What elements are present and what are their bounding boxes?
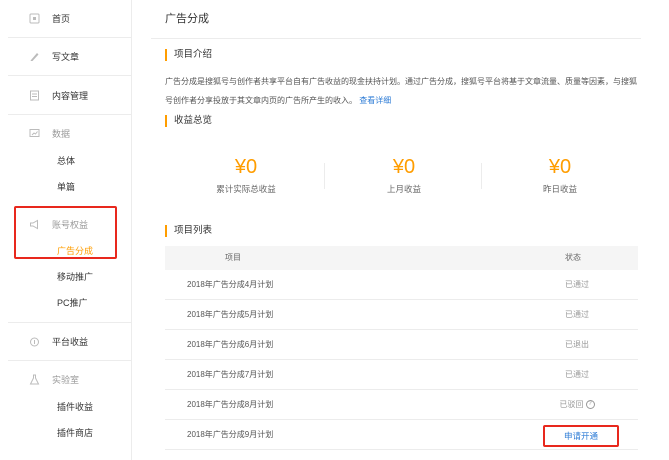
page-title: 广告分成 bbox=[165, 13, 209, 25]
row-project-name: 2018年广告分成5月计划 bbox=[187, 310, 274, 319]
row-project-name: 2018年广告分成6月计划 bbox=[187, 340, 274, 349]
pencil-icon bbox=[28, 51, 40, 63]
stat-label: 累计实际总收益 bbox=[216, 184, 276, 194]
document-icon bbox=[28, 90, 40, 102]
main-content: 广告分成 项目介绍 广告分成是搜狐号与创作者共享平台自有广告收益的现金扶持计划。… bbox=[151, 0, 641, 460]
sidebar-subitem-label: 总体 bbox=[57, 155, 76, 166]
sidebar-item-write[interactable]: 写文章 bbox=[0, 38, 132, 75]
stat-total-income: ¥0 累计实际总收益 bbox=[171, 155, 321, 195]
row-project-name: 2018年广告分成7月计划 bbox=[187, 370, 274, 379]
sidebar-item-label: 账号权益 bbox=[52, 220, 89, 230]
stat-label: 昨日收益 bbox=[542, 184, 577, 194]
table-row: 2018年广告分成9月计划 申请开通 bbox=[165, 420, 638, 450]
sidebar-item-platform-income[interactable]: 平台收益 bbox=[0, 323, 132, 360]
column-header-project: 项目 bbox=[225, 253, 241, 262]
intro-text: 广告分成是搜狐号与创作者共享平台自有广告收益的现金扶持计划。通过广告分成，搜狐号… bbox=[165, 77, 637, 105]
sidebar-item-label: 写文章 bbox=[52, 52, 80, 62]
stat-last-month: ¥0 上月收益 bbox=[329, 155, 479, 195]
sidebar-subitem-ad-share[interactable]: 广告分成 bbox=[0, 237, 132, 263]
flask-icon bbox=[28, 374, 40, 386]
divider bbox=[481, 163, 482, 189]
sidebar-item-home[interactable]: 首页 bbox=[0, 0, 132, 37]
money-bag-icon bbox=[28, 336, 40, 348]
row-project-name: 2018年广告分成8月计划 bbox=[187, 400, 274, 409]
sidebar-subitem-label: 单篇 bbox=[57, 181, 76, 192]
sidebar-subitem-label: 插件收益 bbox=[57, 401, 94, 412]
divider bbox=[8, 75, 132, 76]
table-header: 项目 状态 bbox=[165, 246, 638, 270]
sidebar: 首页 写文章 内容管理 数据 总体 单篇 账号权益 广告分成 移动推广 PC推广… bbox=[0, 0, 132, 460]
sidebar-item-label: 平台收益 bbox=[52, 337, 89, 347]
sidebar-subitem-label: 移动推广 bbox=[57, 271, 94, 282]
sidebar-item-label: 实验室 bbox=[52, 375, 80, 385]
sidebar-item-label: 内容管理 bbox=[52, 91, 89, 101]
stat-yesterday: ¥0 昨日收益 bbox=[485, 155, 635, 195]
sidebar-subitem-pc-promo[interactable]: PC推广 bbox=[0, 289, 132, 315]
row-status: 已驳回 bbox=[559, 400, 584, 409]
stat-value: ¥0 bbox=[392, 156, 416, 178]
help-icon[interactable]: ? bbox=[585, 400, 595, 410]
sidebar-subitem-label: 插件商店 bbox=[57, 427, 94, 438]
chart-icon bbox=[28, 128, 40, 140]
table-row: 2018年广告分成7月计划 已通过 bbox=[165, 360, 638, 390]
stat-value: ¥0 bbox=[234, 156, 258, 178]
sidebar-item-label: 首页 bbox=[52, 14, 71, 24]
sidebar-item-content[interactable]: 内容管理 bbox=[0, 77, 132, 114]
sidebar-subitem-single[interactable]: 单篇 bbox=[0, 173, 132, 199]
section-heading-intro: 项目介绍 bbox=[165, 49, 212, 61]
sidebar-subitem-plugin-store[interactable]: 插件商店 bbox=[0, 419, 132, 445]
sidebar-subitem-label: 广告分成 bbox=[57, 245, 94, 256]
table-row: 2018年广告分成5月计划 已通过 bbox=[165, 300, 638, 330]
row-project-name: 2018年广告分成9月计划 bbox=[187, 430, 274, 439]
table-row: 2018年广告分成6月计划 已退出 bbox=[165, 330, 638, 360]
intro-paragraph: 广告分成是搜狐号与创作者共享平台自有广告收益的现金扶持计划。通过广告分成，搜狐号… bbox=[165, 72, 643, 110]
sidebar-subitem-mobile-promo[interactable]: 移动推广 bbox=[0, 263, 132, 289]
section-heading-list: 项目列表 bbox=[165, 225, 212, 237]
divider bbox=[151, 38, 641, 39]
project-table: 项目 状态 2018年广告分成4月计划 已通过 2018年广告分成5月计划 已通… bbox=[165, 246, 638, 450]
table-row: 2018年广告分成4月计划 已通过 bbox=[165, 270, 638, 300]
row-project-name: 2018年广告分成4月计划 bbox=[187, 280, 274, 289]
sidebar-subitem-overall[interactable]: 总体 bbox=[0, 147, 132, 173]
sidebar-item-label: 数据 bbox=[52, 129, 71, 139]
section-heading-summary: 收益总览 bbox=[165, 115, 212, 127]
home-icon bbox=[28, 13, 40, 25]
apply-button[interactable]: 申请开通 bbox=[543, 425, 619, 447]
view-details-link[interactable]: 查看详细 bbox=[359, 96, 391, 105]
row-status: 已退出 bbox=[565, 340, 589, 349]
megaphone-icon bbox=[28, 219, 40, 231]
stat-label: 上月收益 bbox=[386, 184, 421, 194]
row-status: 已通过 bbox=[565, 280, 589, 289]
table-row: 2018年广告分成8月计划 已驳回? bbox=[165, 390, 638, 420]
stat-value: ¥0 bbox=[548, 156, 572, 178]
sidebar-subitem-label: PC推广 bbox=[57, 297, 88, 308]
column-header-status: 状态 bbox=[565, 253, 581, 262]
divider bbox=[324, 163, 325, 189]
row-status-cell: 已驳回? bbox=[545, 390, 609, 420]
row-status: 已通过 bbox=[565, 370, 589, 379]
sidebar-subitem-plugin-income[interactable]: 插件收益 bbox=[0, 393, 132, 419]
row-status: 已通过 bbox=[565, 310, 589, 319]
